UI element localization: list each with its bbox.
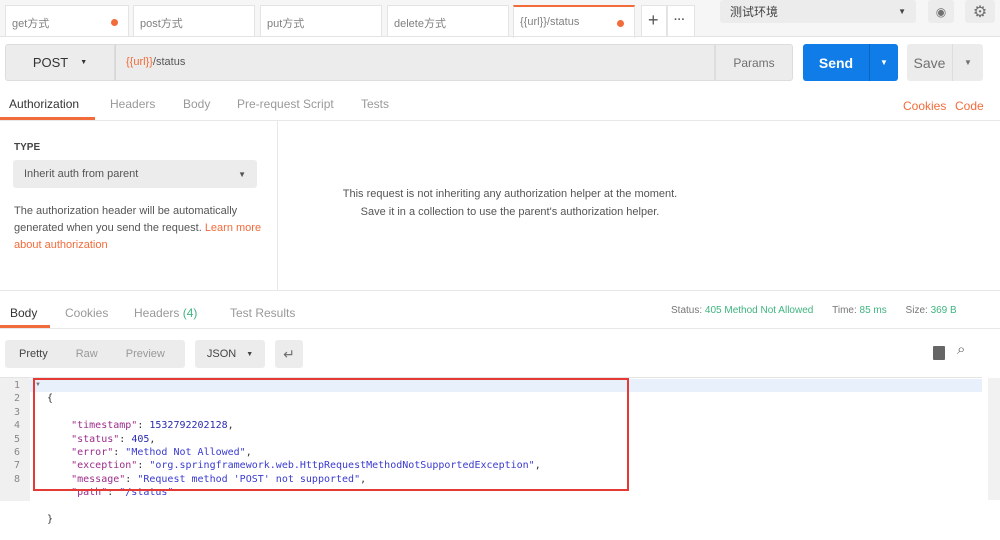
- tab-tests[interactable]: Tests: [361, 97, 389, 111]
- gear-icon: ⚙: [972, 3, 988, 21]
- eye-icon: ◉: [935, 4, 947, 19]
- status-label: Status:: [671, 305, 703, 316]
- save-button[interactable]: Save: [907, 44, 952, 81]
- headers-label: Headers: [134, 306, 180, 320]
- time-value: 85 ms: [859, 305, 887, 316]
- request-tab-active[interactable]: {{url}}/status: [513, 5, 635, 38]
- format-label: JSON: [206, 348, 237, 360]
- line-number: 2: [14, 393, 21, 405]
- code-link[interactable]: Code: [955, 99, 984, 113]
- environment-quick-look-button[interactable]: ◉: [928, 0, 954, 23]
- divider: [0, 328, 1000, 329]
- params-label: Params: [733, 55, 775, 70]
- request-tab[interactable]: put方式: [260, 5, 382, 36]
- chevron-down-icon: ▼: [80, 59, 88, 66]
- method-select[interactable]: POST ▼: [5, 44, 115, 81]
- tab-label: delete方式: [394, 18, 446, 30]
- tab-label: put方式: [267, 18, 305, 30]
- preview-button[interactable]: Preview: [126, 348, 165, 360]
- response-tab-body[interactable]: Body: [10, 306, 37, 320]
- size-label: Size:: [905, 305, 928, 316]
- unsaved-dot-icon: [111, 19, 118, 26]
- environment-label: 测试环境: [730, 5, 779, 19]
- copy-icon[interactable]: [933, 346, 945, 360]
- send-button[interactable]: Send: [803, 44, 869, 81]
- line-number: 6: [14, 447, 21, 459]
- format-select[interactable]: JSON ▼: [195, 340, 265, 368]
- response-tab-headers[interactable]: Headers (4): [134, 306, 197, 320]
- size-value: 369 B: [930, 305, 957, 316]
- send-label: Send: [818, 54, 854, 71]
- new-tab-button[interactable]: +: [641, 5, 667, 36]
- divider: [277, 121, 278, 291]
- tab-label: get方式: [12, 18, 50, 30]
- view-mode-group: Pretty Raw Preview: [5, 340, 185, 368]
- chevron-down-icon: ▼: [898, 7, 906, 16]
- response-meta: Status: 405 Method Not Allowed Time: 85 …: [671, 305, 957, 316]
- cookies-link[interactable]: Cookies: [903, 99, 946, 113]
- wrap-lines-button[interactable]: ↵: [275, 340, 303, 368]
- line-number: 7: [14, 460, 21, 472]
- tab-authorization[interactable]: Authorization: [9, 97, 79, 111]
- tab-headers[interactable]: Headers: [110, 97, 155, 111]
- chevron-down-icon: ▼: [238, 169, 246, 179]
- chevron-down-icon: ▼: [246, 350, 254, 358]
- type-label: TYPE: [14, 142, 41, 153]
- wrap-icon: ↵: [283, 345, 295, 362]
- url-input[interactable]: {{url}}/status: [115, 44, 715, 81]
- more-tabs-button[interactable]: ···: [667, 5, 695, 36]
- auth-description: The authorization header will be automat…: [14, 203, 264, 254]
- response-tab-cookies[interactable]: Cookies: [65, 306, 108, 320]
- auth-type-select[interactable]: Inherit auth from parent ▼: [13, 160, 257, 188]
- highlight-box: [33, 378, 629, 491]
- line-number: 4: [14, 420, 21, 432]
- save-options-button[interactable]: ▼: [952, 44, 983, 81]
- settings-button[interactable]: ⚙: [965, 0, 995, 23]
- scrollbar[interactable]: [988, 378, 1000, 500]
- auth-message: This request is not inheriting any autho…: [342, 188, 678, 218]
- chevron-down-icon: ▼: [964, 58, 972, 67]
- line-numbers: 1 23 45 678: [14, 379, 20, 486]
- save-label: Save: [913, 54, 946, 71]
- auth-type-value: Inherit auth from parent: [24, 168, 139, 180]
- response-body-editor[interactable]: 12345678 ▼ { "timestamp": 1532792202128,…: [0, 377, 982, 525]
- tab-body[interactable]: Body: [183, 97, 210, 111]
- line-number: 1: [14, 380, 21, 391]
- line-number: 8: [14, 473, 21, 485]
- request-tab[interactable]: post方式: [133, 5, 255, 36]
- search-icon[interactable]: ⌕: [957, 341, 965, 358]
- method-label: POST: [32, 55, 69, 70]
- line-number: 3: [14, 406, 21, 418]
- request-tab[interactable]: delete方式: [387, 5, 509, 36]
- tab-pre-request-script[interactable]: Pre-request Script: [237, 97, 334, 111]
- response-tab-test-results[interactable]: Test Results: [230, 306, 295, 320]
- tab-label: post方式: [140, 18, 183, 30]
- params-button[interactable]: Params: [715, 44, 793, 81]
- headers-count: (4): [182, 306, 198, 320]
- pretty-button[interactable]: Pretty: [19, 348, 48, 360]
- divider: [0, 290, 1000, 291]
- status-value: 405 Method Not Allowed: [704, 305, 814, 316]
- divider: [0, 36, 1000, 37]
- raw-button[interactable]: Raw: [76, 348, 98, 360]
- tab-label: {{url}}/status: [520, 16, 580, 28]
- divider: [0, 120, 1000, 121]
- send-options-button[interactable]: ▼: [869, 44, 898, 81]
- url-path: /status: [152, 56, 186, 68]
- time-label: Time:: [832, 305, 857, 316]
- auth-description-text: The authorization header will be automat…: [14, 205, 238, 234]
- chevron-down-icon: ▼: [880, 58, 888, 67]
- url-variable: {{url}}: [126, 56, 153, 68]
- environment-select[interactable]: 测试环境 ▼: [720, 0, 916, 23]
- request-tab[interactable]: get方式: [5, 5, 129, 36]
- json-brace: }: [47, 514, 54, 526]
- line-number: 5: [14, 433, 21, 445]
- unsaved-dot-icon: [617, 20, 624, 27]
